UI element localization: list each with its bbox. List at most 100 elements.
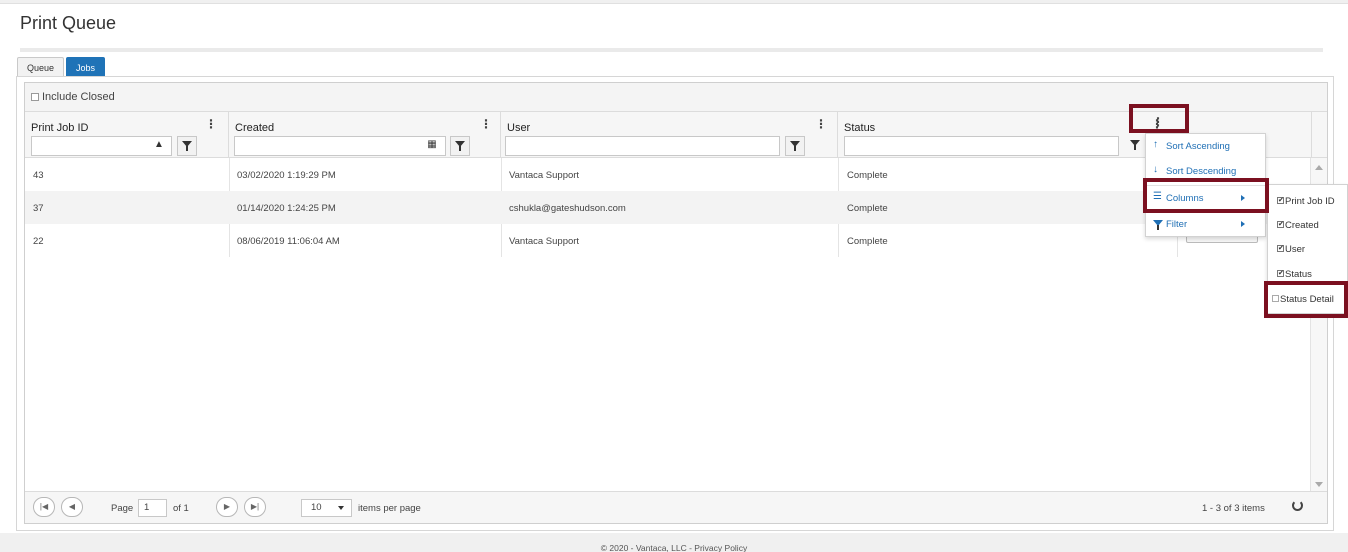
columns-icon: ☰: [1153, 191, 1162, 202]
column-title: Print Job ID: [31, 122, 89, 134]
column-title: User: [507, 122, 531, 134]
table-row[interactable]: 37 01/14/2020 1:24:25 PM cshukla@gateshu…: [25, 191, 1312, 224]
column-menu-icon[interactable]: ⋮: [815, 118, 827, 132]
created-cell: 01/14/2020 1:24:25 PM: [237, 203, 336, 214]
checkbox-checked[interactable]: [1277, 197, 1284, 204]
page-label: Page: [111, 503, 134, 514]
chevron-right-icon: [1241, 221, 1245, 227]
include-closed-checkbox[interactable]: [31, 93, 39, 101]
sort-ascending-icon: ↑: [1153, 139, 1158, 150]
table-row[interactable]: 22 08/06/2019 11:06:04 AM Vantaca Suppor…: [25, 224, 1312, 257]
menu-sort-descending[interactable]: ↓ Sort Descending: [1146, 159, 1265, 183]
table-row[interactable]: 43 03/02/2020 1:19:29 PM Vantaca Support…: [25, 158, 1312, 191]
column-toggle-print-job-id[interactable]: Print Job ID: [1268, 185, 1347, 207]
column-toggle-label: User: [1285, 244, 1306, 255]
filter-icon: [182, 141, 192, 151]
last-page-button[interactable]: ▶|: [244, 497, 266, 517]
page-title: Print Queue: [20, 13, 117, 33]
page-footer: © 2020 - Vantaca, LLC - Privacy Policy: [600, 543, 748, 552]
grid-rows: 43 03/02/2020 1:19:29 PM Vantaca Support…: [25, 158, 1312, 257]
menu-item-label: Columns: [1166, 193, 1204, 204]
checkbox-checked[interactable]: [1277, 221, 1284, 228]
status-filter-button[interactable]: [1125, 136, 1145, 156]
sort-descending-icon: ↓: [1153, 164, 1158, 175]
print-job-id-cell: 22: [33, 236, 44, 247]
next-page-button[interactable]: ▶: [216, 497, 238, 517]
created-cell: 08/06/2019 11:06:04 AM: [237, 236, 340, 247]
menu-item-label: Sort Ascending: [1166, 141, 1230, 152]
user-filter-input[interactable]: [505, 136, 780, 156]
column-header-print-job-id[interactable]: Print Job ID ⋮ ▲: [25, 112, 229, 158]
status-filter-input[interactable]: [844, 136, 1119, 156]
scroll-up-icon[interactable]: [1315, 165, 1323, 170]
print-job-id-cell: 43: [33, 170, 44, 181]
checkbox-checked[interactable]: [1277, 245, 1284, 252]
first-page-button[interactable]: |◀: [33, 497, 55, 517]
menu-columns[interactable]: ☰ Columns: [1146, 185, 1265, 209]
column-toggle-user[interactable]: User: [1268, 233, 1347, 255]
print-job-id-cell: 37: [33, 203, 44, 214]
grid-pager: |◀ ◀ Page 1 of 1 ▶ ▶| 10 items per page …: [25, 491, 1327, 523]
pager-summary: 1 - 3 of 3 items: [1202, 503, 1265, 514]
status-cell: Complete: [847, 203, 888, 214]
page-container: Print Queue Queue Jobs Include Closed Pr…: [0, 3, 1348, 533]
user-cell: Vantaca Support: [509, 170, 580, 181]
column-toggle-label: Status: [1285, 269, 1312, 280]
title-divider: [20, 48, 1323, 52]
chevron-down-icon: [338, 506, 344, 510]
page-size-select[interactable]: 10: [301, 499, 352, 517]
column-toggle-status-detail[interactable]: Status Detail: [1268, 283, 1347, 305]
user-filter-button[interactable]: [785, 136, 805, 156]
column-toggle-label: Status Detail: [1280, 294, 1334, 305]
jobs-panel: Include Closed Print Job ID ⋮ ▲ Created …: [16, 76, 1334, 531]
grid-toolbar: Include Closed: [25, 83, 1327, 112]
created-filter-button[interactable]: [450, 136, 470, 156]
print-job-id-filter-button[interactable]: [177, 136, 197, 156]
column-header-created[interactable]: Created ⋮ ▦: [229, 112, 501, 158]
page-size-value: 10: [311, 502, 322, 513]
filter-icon: [790, 141, 800, 151]
created-filter-input[interactable]: [234, 136, 446, 156]
chevron-right-icon: [1241, 195, 1245, 201]
created-cell: 03/02/2020 1:19:29 PM: [237, 170, 336, 181]
items-per-page-label: items per page: [358, 503, 421, 514]
refresh-icon[interactable]: [1292, 500, 1303, 511]
checkbox-unchecked[interactable]: [1272, 295, 1279, 302]
column-menu: ↑ Sort Ascending ↓ Sort Descending ☰ Col…: [1145, 133, 1266, 237]
include-closed-label: Include Closed: [42, 91, 115, 103]
scroll-down-icon[interactable]: [1315, 482, 1323, 487]
user-cell: cshukla@gateshudson.com: [509, 203, 626, 214]
grid-header: Print Job ID ⋮ ▲ Created ⋮ ▦ User ⋮ Stat…: [25, 112, 1327, 158]
column-title: Status: [844, 122, 876, 134]
filter-icon: [455, 141, 465, 151]
actions-column-menu-icon[interactable]: ⋮: [1152, 116, 1164, 130]
tab-queue[interactable]: Queue: [17, 57, 65, 77]
status-cell: Complete: [847, 236, 888, 247]
menu-item-label: Sort Descending: [1166, 166, 1237, 177]
column-header-user[interactable]: User ⋮: [501, 112, 838, 158]
tab-jobs[interactable]: Jobs: [66, 57, 106, 77]
column-toggle-label: Created: [1285, 220, 1319, 231]
print-jobs-grid: Include Closed Print Job ID ⋮ ▲ Created …: [24, 82, 1328, 524]
checkbox-checked[interactable]: [1277, 270, 1284, 277]
columns-submenu: Print Job ID Created User Status Status …: [1267, 184, 1348, 314]
column-toggle-created[interactable]: Created: [1268, 209, 1347, 231]
column-menu-icon[interactable]: ⋮: [480, 118, 492, 132]
menu-filter[interactable]: Filter: [1146, 211, 1265, 235]
numeric-spinner-icon[interactable]: ▲: [149, 136, 169, 156]
column-menu-icon[interactable]: ⋮: [205, 118, 217, 132]
tab-strip: Queue Jobs: [17, 57, 106, 77]
menu-sort-ascending[interactable]: ↑ Sort Ascending: [1146, 134, 1265, 158]
previous-page-button[interactable]: ◀: [61, 497, 83, 517]
status-cell: Complete: [847, 170, 888, 181]
column-toggle-label: Print Job ID: [1285, 196, 1335, 207]
column-title: Created: [235, 122, 275, 134]
filter-icon: [1153, 219, 1163, 230]
user-cell: Vantaca Support: [509, 236, 580, 247]
menu-item-label: Filter: [1166, 219, 1188, 230]
page-number-input[interactable]: 1: [138, 499, 167, 517]
calendar-icon[interactable]: ▦: [422, 136, 442, 156]
filter-icon: [1130, 140, 1140, 150]
page-count-label: of 1: [173, 503, 189, 514]
column-toggle-status[interactable]: Status: [1268, 258, 1347, 280]
